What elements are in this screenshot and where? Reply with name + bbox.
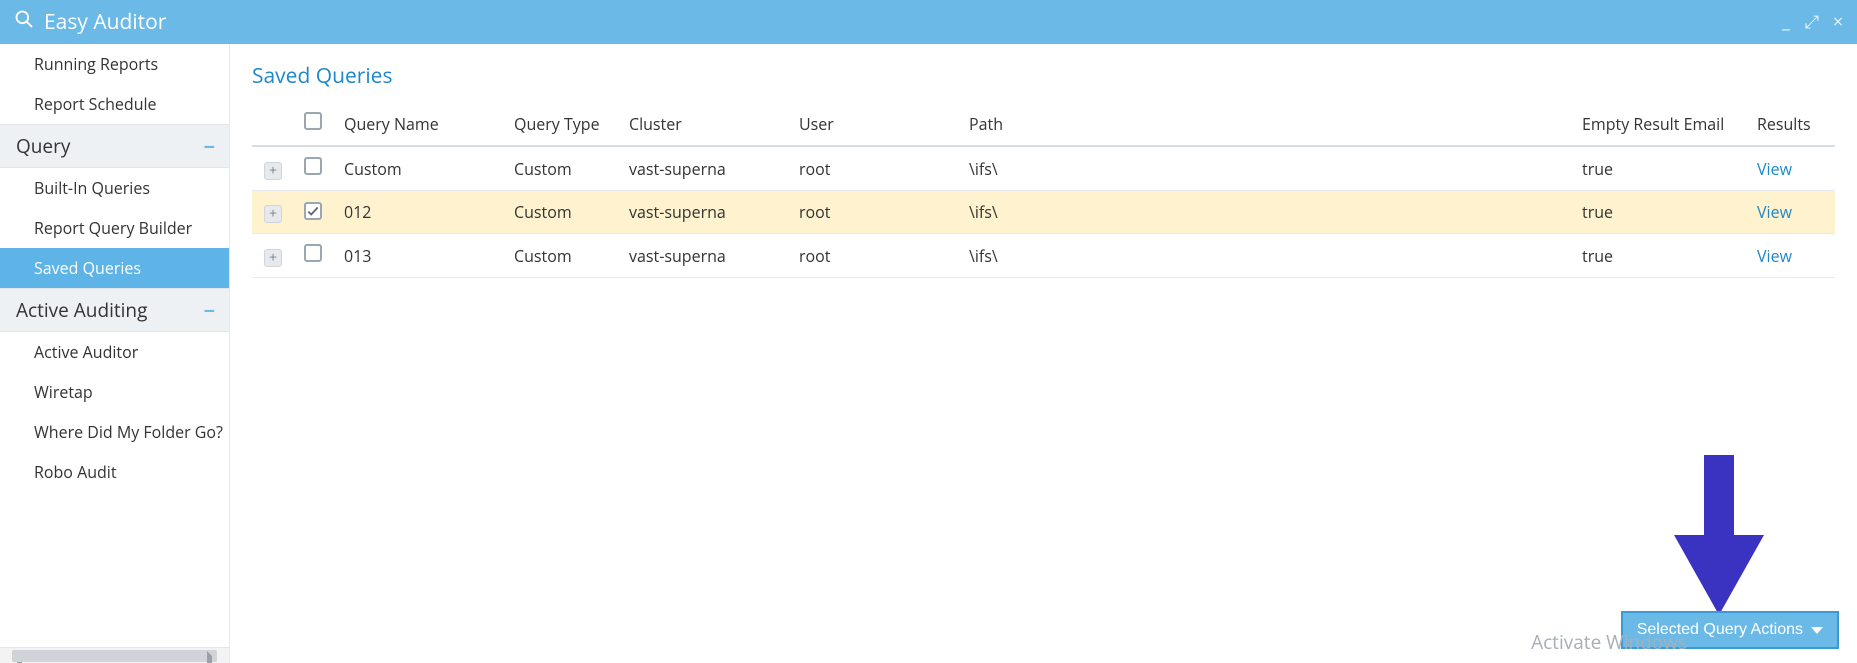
sidebar-group-label: Active Auditing	[16, 297, 147, 323]
cell-path: \ifs\	[957, 234, 1570, 278]
col-results[interactable]: Results	[1745, 102, 1835, 146]
cell-user: root	[787, 146, 957, 191]
cell-user: root	[787, 234, 957, 278]
caret-down-icon	[1811, 627, 1823, 634]
col-path[interactable]: Path	[957, 102, 1570, 146]
window-controls: _ ⤢ ×	[1777, 10, 1847, 34]
sidebar-item-wiretap[interactable]: Wiretap	[0, 372, 229, 412]
sidebar-item-label: Where Did My Folder Go?	[34, 421, 223, 443]
app-title: Easy Auditor	[44, 8, 166, 36]
cell-cluster: vast-superna	[617, 146, 787, 191]
sidebar-item-label: Built-In Queries	[34, 177, 150, 199]
sidebar-scroll[interactable]: Running Reports Report Schedule Query − …	[0, 44, 229, 647]
saved-queries-table: Query Name Query Type Cluster User Path …	[252, 102, 1835, 278]
sidebar-group-active-auditing[interactable]: Active Auditing −	[0, 288, 229, 332]
main-content: Saved Queries Query Name Query Type Clus…	[230, 44, 1857, 663]
sidebar-item-report-query-builder[interactable]: Report Query Builder	[0, 208, 229, 248]
cell-query-name: 012	[332, 191, 502, 234]
selected-query-actions-button[interactable]: Selected Query Actions	[1621, 611, 1839, 649]
cell-path: \ifs\	[957, 146, 1570, 191]
expand-row-icon[interactable]: +	[264, 162, 282, 180]
cell-empty-result-email: true	[1570, 146, 1745, 191]
cell-query-name: 013	[332, 234, 502, 278]
sidebar-item-report-schedule[interactable]: Report Schedule	[0, 84, 229, 124]
row-checkbox[interactable]	[304, 202, 322, 220]
cell-empty-result-email: true	[1570, 234, 1745, 278]
button-label: Selected Query Actions	[1637, 621, 1803, 639]
table-row[interactable]: +012Customvast-supernaroot\ifs\true View	[252, 191, 1835, 234]
select-all-checkbox[interactable]	[304, 112, 322, 130]
sidebar-item-label: Report Query Builder	[34, 217, 192, 239]
page-title: Saved Queries	[252, 62, 1835, 90]
col-name[interactable]: Query Name	[332, 102, 502, 146]
col-email[interactable]: Empty Result Email	[1570, 102, 1745, 146]
col-expand	[252, 102, 292, 146]
expand-row-icon[interactable]: +	[264, 249, 282, 267]
view-results-link[interactable]: View	[1757, 201, 1792, 223]
sidebar-item-label: Report Schedule	[34, 93, 157, 115]
row-checkbox[interactable]	[304, 157, 322, 175]
close-icon[interactable]: ×	[1829, 10, 1847, 34]
sidebar-item-robo-audit[interactable]: Robo Audit	[0, 452, 229, 492]
footer-actions: Selected Query Actions	[1621, 611, 1839, 649]
cell-empty-result-email: true	[1570, 191, 1745, 234]
table-row[interactable]: +013Customvast-supernaroot\ifs\true View	[252, 234, 1835, 278]
sidebar-item-label: Wiretap	[34, 381, 93, 403]
expand-row-icon[interactable]: +	[264, 205, 282, 223]
collapse-icon[interactable]: −	[204, 297, 215, 324]
cell-path: \ifs\	[957, 191, 1570, 234]
minimize-icon[interactable]: _	[1777, 10, 1795, 34]
sidebar-item-label: Robo Audit	[34, 461, 117, 483]
sidebar-item-label: Running Reports	[34, 53, 158, 75]
workspace: Running Reports Report Schedule Query − …	[0, 44, 1857, 663]
cell-query-name: Custom	[332, 146, 502, 191]
view-results-link[interactable]: View	[1757, 158, 1792, 180]
sidebar-group-query[interactable]: Query −	[0, 124, 229, 168]
cell-query-type: Custom	[502, 234, 617, 278]
sidebar-item-builtin-queries[interactable]: Built-In Queries	[0, 168, 229, 208]
cell-cluster: vast-superna	[617, 234, 787, 278]
col-cluster[interactable]: Cluster	[617, 102, 787, 146]
cell-user: root	[787, 191, 957, 234]
sidebar-item-label: Saved Queries	[34, 257, 141, 279]
table-header-row: Query Name Query Type Cluster User Path …	[252, 102, 1835, 146]
cell-cluster: vast-superna	[617, 191, 787, 234]
row-checkbox[interactable]	[304, 244, 322, 262]
table-row[interactable]: +CustomCustomvast-supernaroot\ifs\trueVi…	[252, 146, 1835, 191]
col-check	[292, 102, 332, 146]
sidebar-horizontal-scrollbar[interactable]	[0, 647, 229, 663]
cell-query-type: Custom	[502, 191, 617, 234]
sidebar-item-active-auditor[interactable]: Active Auditor	[0, 332, 229, 372]
collapse-icon[interactable]: −	[204, 133, 215, 160]
sidebar-group-label: Query	[16, 133, 70, 159]
cell-query-type: Custom	[502, 146, 617, 191]
sidebar-item-where-did-my-folder-go[interactable]: Where Did My Folder Go?	[0, 412, 229, 452]
search-icon[interactable]	[14, 8, 34, 36]
restore-icon[interactable]: ⤢	[1803, 10, 1821, 34]
sidebar-item-label: Active Auditor	[34, 341, 138, 363]
sidebar-item-running-reports[interactable]: Running Reports	[0, 44, 229, 84]
col-user[interactable]: User	[787, 102, 957, 146]
sidebar: Running Reports Report Schedule Query − …	[0, 44, 230, 663]
sidebar-item-saved-queries[interactable]: Saved Queries	[0, 248, 229, 288]
col-type[interactable]: Query Type	[502, 102, 617, 146]
view-results-link[interactable]: View	[1757, 245, 1792, 267]
titlebar: Easy Auditor _ ⤢ ×	[0, 0, 1857, 44]
annotation-arrow-icon	[1659, 455, 1779, 615]
